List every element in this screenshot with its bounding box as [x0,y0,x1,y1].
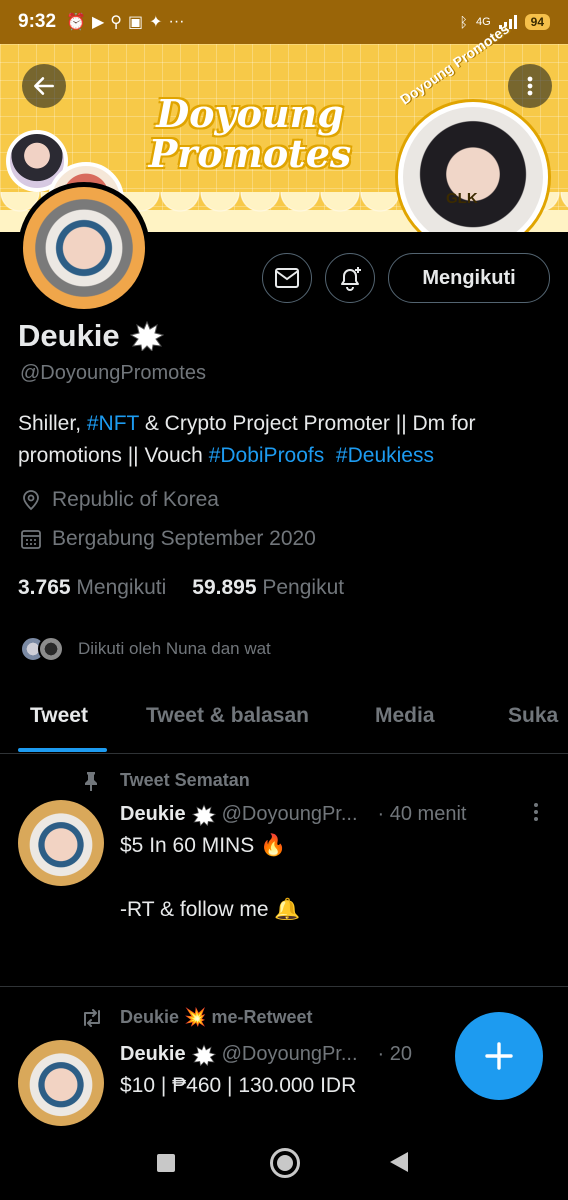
banner-sticker: GLK [446,190,478,207]
tweet-text: -RT & follow me 🔔 [120,898,301,921]
system-navigation-bar [0,1130,568,1200]
following-button[interactable]: Mengikuti [388,253,550,303]
pinned-label: Tweet Sematan [120,770,250,790]
location-pin-icon [23,490,39,511]
tab-tweet[interactable]: Tweet [30,704,88,728]
tab-active-indicator [18,748,107,752]
tab-likes[interactable]: Suka [508,704,558,728]
arrow-left-icon [34,77,54,95]
profile-avatar[interactable] [18,182,150,314]
system-back-button[interactable] [390,1152,408,1172]
battery-indicator: 94 [524,14,550,30]
tweet-header: Deukie @DoyoungPr... · 40 menit [120,803,466,826]
more-options-button[interactable] [508,64,552,108]
tweet-avatar[interactable] [18,1040,104,1126]
profile-name: Deukie [18,318,164,354]
tweet-time[interactable]: · 20 [378,1043,412,1066]
tweet-author-handle[interactable]: @DoyoungPr... [222,803,358,826]
hashtag-link[interactable]: #NFT [87,412,139,435]
message-button[interactable] [262,253,312,303]
network-type: 4G [475,16,491,28]
retweet-icon [84,1009,100,1027]
tweet-text: $5 In 60 MINS 🔥 [120,834,287,857]
more-notifications-icon: ··· [168,13,185,30]
tweet-author-name[interactable]: Deukie [120,1043,186,1066]
tweet-more-icon[interactable] [528,800,544,824]
bell-plus-icon [341,267,361,291]
recent-apps-button[interactable] [157,1154,175,1172]
tweet-text: $10 | ₱460 | 130.000 IDR [120,1074,357,1097]
hashtag-link[interactable]: #Deukiess [336,444,434,467]
hashtag-link[interactable]: #DobiProofs [209,444,325,467]
play-store-icon: ▶ [91,14,105,31]
profile-name-text: Deukie [18,318,120,353]
profile-tabs: Tweet Tweet & balasan Media Suka [0,692,568,754]
bluetooth-icon: ᛒ [459,14,468,30]
tab-media[interactable]: Media [375,704,435,728]
calendar-icon [21,530,41,549]
pin-icon [85,772,97,791]
profile-handle: @DoyoungPromotes [20,362,206,384]
followers-link[interactable]: 59.895 Pengikut [192,576,344,600]
status-time: 9:32 [18,11,57,32]
compose-tweet-button[interactable] [455,1012,543,1100]
tab-tweets-replies[interactable]: Tweet & balasan [146,704,309,728]
more-vertical-icon [527,76,533,96]
followed-by[interactable]: Diikuti oleh Nuna dan wat [20,636,271,662]
twitter-icon: ✦ [149,14,163,31]
tweet-time[interactable]: · 40 menit [378,803,467,826]
plus-icon [485,1042,513,1070]
follower-avatars [20,636,64,662]
back-button[interactable] [22,64,66,108]
explosion-emoji-icon [191,803,216,826]
profile-bio: Shiller, #NFT & Crypto Project Promoter … [18,412,476,467]
alarm-icon: ⏰ [66,14,86,31]
retweet-label: Deukie 💥 me-Retweet [120,1007,313,1027]
status-notification-icons: ⏰ ▶ ⚲ ▣ ✦ ··· [66,12,184,32]
notifications-button[interactable] [325,253,375,303]
explosion-emoji-icon [191,1043,216,1066]
profile-location: Republic of Korea [20,488,219,512]
tweet-header: Deukie @DoyoungPr... · 20 [120,1043,412,1066]
tweet-author-handle[interactable]: @DoyoungPr... [222,1043,358,1066]
tweet-avatar[interactable] [18,800,104,886]
tweet-author-name[interactable]: Deukie [120,803,186,826]
profile-stats: 3.765 Mengikuti 59.895 Pengikut [18,576,344,600]
location-icon: ⚲ [110,14,122,31]
profile-join-date: Bergabung September 2020 [20,527,316,551]
banner-title: Doyoung Promotes [148,91,352,176]
youtube-icon: ▣ [127,14,144,31]
home-button[interactable] [270,1148,300,1178]
envelope-icon [275,268,299,288]
tweet-divider [0,986,568,987]
explosion-emoji-icon [129,321,164,351]
following-link[interactable]: 3.765 Mengikuti [18,576,166,600]
